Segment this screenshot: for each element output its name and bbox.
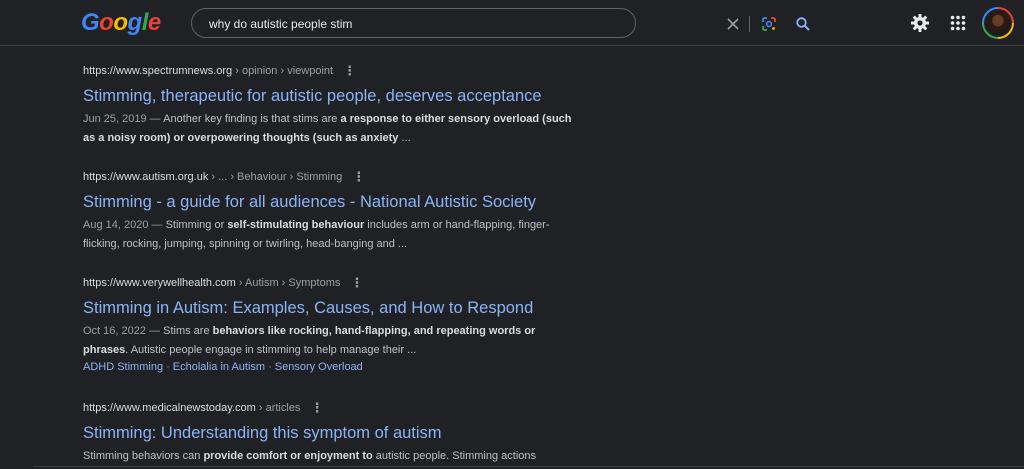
avatar-image xyxy=(984,9,1012,37)
result-date: Oct 16, 2022 — xyxy=(83,325,164,337)
result-path: › Autism › Symptoms xyxy=(235,277,341,289)
search-result: https://www.medicalnewstoday.com › artic… xyxy=(83,401,583,466)
google-lens-icon[interactable] xyxy=(759,14,779,34)
result-snippet: Oct 16, 2022 — Stims are behaviors like … xyxy=(83,322,583,360)
sitelink[interactable]: Sensory Overload xyxy=(275,361,363,373)
result-host: https://www.medicalnewstoday.com xyxy=(83,402,256,414)
search-box[interactable] xyxy=(191,8,810,38)
snippet-text: ... xyxy=(398,132,411,144)
logo-letter: g xyxy=(127,9,143,36)
logo-letter: G xyxy=(81,9,100,36)
result-title-link[interactable]: Stimming, therapeutic for autistic peopl… xyxy=(83,86,583,106)
snippet-text: . Autistic people engage in stimming to … xyxy=(125,344,417,356)
snippet-text: Another key finding is that stims are xyxy=(163,113,341,125)
result-breadcrumb[interactable]: https://www.spectrumnews.org › opinion ›… xyxy=(83,64,583,78)
result-breadcrumb[interactable]: https://www.medicalnewstoday.com › artic… xyxy=(83,401,583,415)
more-options-icon[interactable]: ⋮ xyxy=(350,276,363,290)
snippet-text: Stims are xyxy=(163,325,213,337)
close-icon[interactable] xyxy=(723,14,743,34)
result-title-link[interactable]: Stimming in Autism: Examples, Causes, an… xyxy=(83,298,583,318)
search-result: https://www.autism.org.uk › ... › Behavi… xyxy=(83,170,583,254)
result-snippet: Jun 25, 2019 — Another key finding is th… xyxy=(83,110,583,148)
search-input[interactable] xyxy=(209,15,509,33)
snippet-text: Stimming or xyxy=(165,219,228,231)
sitelink[interactable]: ADHD Stimming xyxy=(83,361,163,373)
logo-letter: o xyxy=(99,9,114,36)
snippet-text: autistic people. Stimming actions xyxy=(372,450,536,462)
snippet-text: self-stimulating behaviour xyxy=(227,219,365,231)
result-path: › opinion › viewpoint xyxy=(232,65,334,77)
logo-letter: o xyxy=(113,9,128,36)
top-bar: Google xyxy=(0,0,1024,46)
search-result: https://www.spectrumnews.org › opinion ›… xyxy=(83,64,583,148)
sitelink-separator: · xyxy=(268,361,272,373)
snippet-text: provide comfort or enjoyment to xyxy=(203,450,373,462)
search-result: https://www.verywellhealth.com › Autism … xyxy=(83,276,583,374)
result-host: https://www.verywellhealth.com xyxy=(83,277,236,289)
result-snippet: Aug 14, 2020 — Stimming or self-stimulat… xyxy=(83,216,583,254)
search-divider xyxy=(749,16,750,32)
result-snippet: Stimming behaviors can provide comfort o… xyxy=(83,447,583,466)
sitelink-separator: · xyxy=(166,361,170,373)
more-options-icon[interactable]: ⋮ xyxy=(310,401,323,415)
more-options-icon[interactable]: ⋮ xyxy=(343,64,356,78)
result-date: Aug 14, 2020 — xyxy=(83,219,166,231)
sitelinks: ADHD Stimming · Echolalia in Autism · Sensor… xyxy=(83,360,583,374)
bottom-divider xyxy=(33,466,1024,467)
result-breadcrumb[interactable]: https://www.autism.org.uk › ... › Behavi… xyxy=(83,170,583,184)
result-date: Jun 25, 2019 — xyxy=(83,113,164,125)
result-host: https://www.spectrumnews.org xyxy=(83,65,233,77)
sitelink[interactable]: Echolalia in Autism xyxy=(173,361,265,373)
avatar[interactable] xyxy=(982,7,1014,39)
result-title-link[interactable]: Stimming: Understanding this symptom of … xyxy=(83,423,583,443)
result-breadcrumb[interactable]: https://www.verywellhealth.com › Autism … xyxy=(83,276,583,290)
gear-icon[interactable] xyxy=(909,12,931,34)
snippet-text: Stimming behaviors can xyxy=(83,450,204,462)
search-icon[interactable] xyxy=(793,14,813,34)
result-host: https://www.autism.org.uk xyxy=(83,171,209,183)
google-logo[interactable]: Google xyxy=(81,11,161,35)
result-path: › articles xyxy=(255,402,301,414)
more-options-icon[interactable]: ⋮ xyxy=(352,170,365,184)
apps-grid-icon[interactable] xyxy=(947,12,969,34)
result-path: › ... › Behaviour › Stimming xyxy=(208,171,343,183)
logo-letter: e xyxy=(147,9,161,36)
result-title-link[interactable]: Stimming - a guide for all audiences - N… xyxy=(83,192,583,212)
